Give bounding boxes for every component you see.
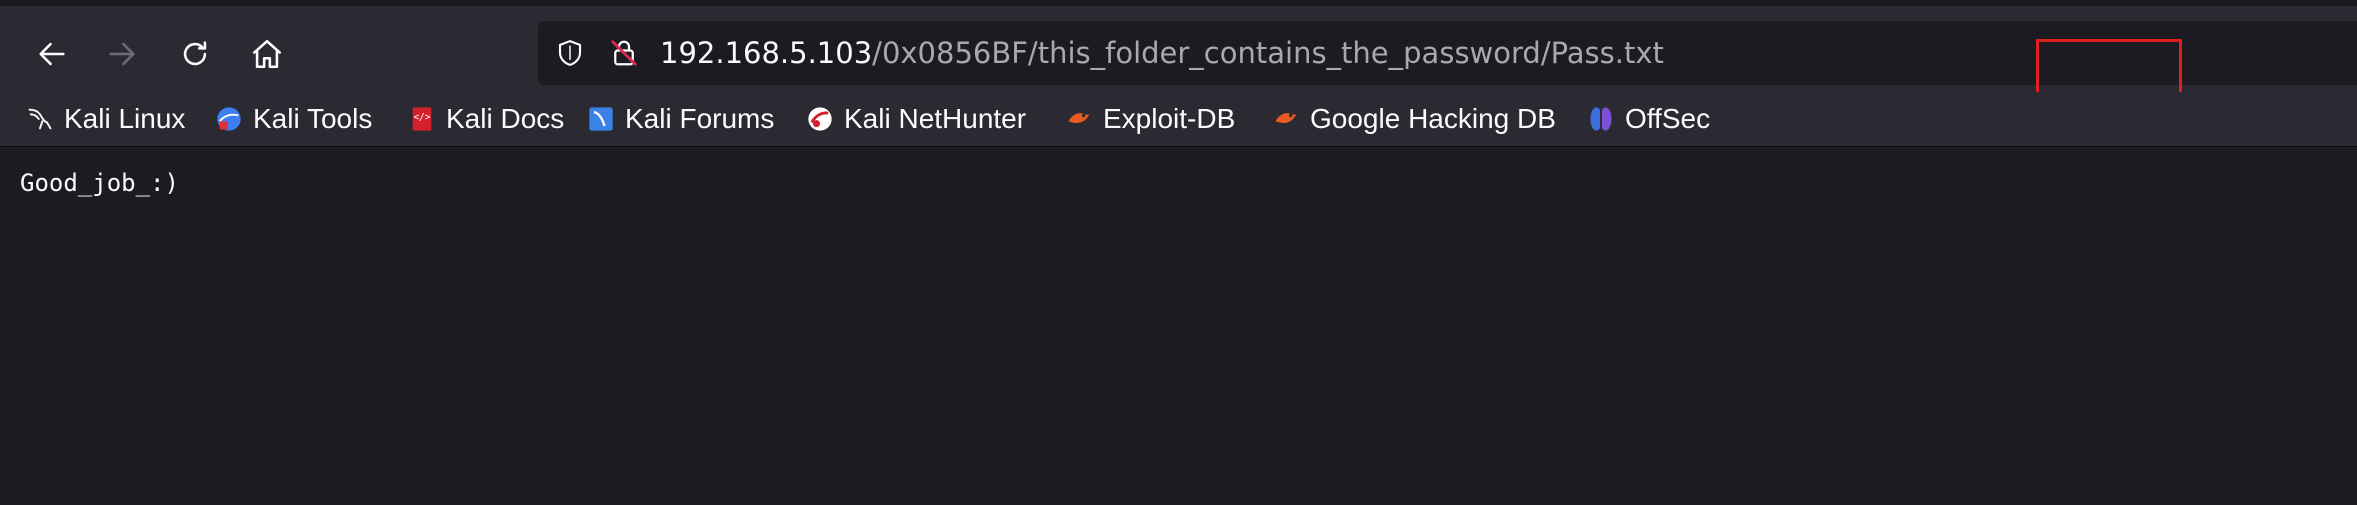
svg-text:</>: </> [414,112,431,123]
url-path: /0x0856BF/this_folder_contains_the_passw… [872,36,1664,70]
reload-icon [183,41,207,66]
site-security-button[interactable] [606,35,642,71]
bookmark-kali-linux[interactable]: Kali Linux [26,100,185,138]
bookmark-label: Exploit-DB [1103,103,1236,134]
home-icon [252,39,282,69]
offsec-icon [1587,105,1615,133]
navigation-toolbar: 192.168.5.103/0x0856BF/this_folder_conta… [0,6,2357,100]
address-bar[interactable]: 192.168.5.103/0x0856BF/this_folder_conta… [538,21,2357,100]
url-host: 192.168.5.103 [660,36,873,70]
bookmark-kali-nethunter[interactable]: Kali NetHunter [806,100,1026,138]
home-button[interactable] [243,30,291,78]
bookmark-label: Kali Docs [446,103,565,134]
ghdb-icon [1272,105,1300,133]
bookmark-google-hacking-db[interactable]: Google Hacking DB [1272,100,1556,138]
reload-button[interactable] [171,30,219,78]
bookmark-label: OffSec [1625,103,1711,134]
url-text[interactable]: 192.168.5.103/0x0856BF/this_folder_conta… [660,35,1664,71]
bookmark-label: Kali Tools [253,103,373,134]
exploit-db-icon [1065,105,1093,133]
shield-icon [558,40,582,66]
arrow-left-icon [39,42,65,66]
bookmark-label: Google Hacking DB [1310,103,1556,134]
back-button[interactable] [28,30,76,78]
tracking-protection-button[interactable] [552,35,588,71]
kali-dragon-icon [26,105,54,133]
kali-forums-icon [587,105,615,133]
arrow-right-icon [109,42,135,66]
bookmark-kali-docs[interactable]: </> Kali Docs [408,100,564,138]
bookmark-label: Kali Forums [625,103,775,134]
insecure-lock-icon [611,40,637,66]
bookmark-offsec[interactable]: OffSec [1587,100,1710,138]
bookmark-label: Kali NetHunter [844,103,1027,134]
kali-docs-icon: </> [408,105,436,133]
bookmark-exploit-db[interactable]: Exploit-DB [1065,100,1235,138]
file-text: Good_job_:) [20,169,179,197]
forward-button[interactable] [98,30,146,78]
nethunter-icon [806,105,834,133]
kali-tools-icon [215,105,243,133]
bookmark-label: Kali Linux [64,103,186,134]
filename-highlight-box [2036,39,2182,100]
bookmark-kali-forums[interactable]: Kali Forums [587,100,774,138]
bookmark-kali-tools[interactable]: Kali Tools [215,100,372,138]
bookmarks-toolbar: Kali Linux Kali Tools </> Kali Docs Kali… [0,92,2357,147]
page-content: Good_job_:) [0,147,2357,505]
